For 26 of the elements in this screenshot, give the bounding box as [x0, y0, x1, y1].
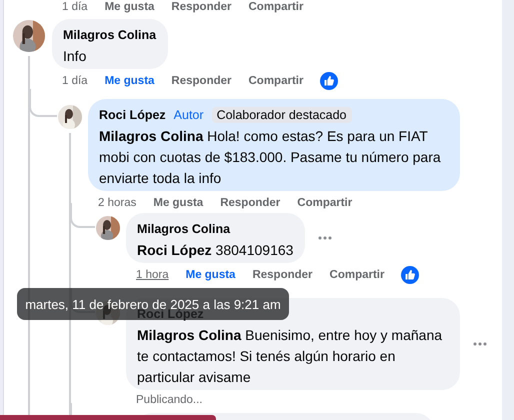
like-link[interactable]: Me gusta [186, 269, 236, 281]
share-link[interactable]: Compartir [248, 75, 304, 87]
author-name[interactable]: Milagros Colina [137, 222, 230, 236]
share-link[interactable]: Compartir [248, 1, 304, 13]
contributor-badge: Colaborador destacado [212, 107, 352, 123]
share-link[interactable]: Compartir [330, 269, 384, 281]
like-link[interactable]: Me gusta [104, 75, 154, 87]
author-name[interactable]: Roci López [99, 108, 166, 122]
reply-link[interactable]: Responder [220, 197, 280, 209]
timestamp-link[interactable]: 2 horas [98, 197, 136, 209]
reply-link[interactable]: Responder [171, 1, 232, 13]
author-label: Autor [174, 108, 204, 122]
like-link[interactable]: Me gusta [104, 1, 154, 13]
comment-text: Roci López 3804109163 [137, 241, 294, 260]
like-link[interactable]: Me gusta [153, 197, 204, 209]
comment-text: Milagros Colina Buenisimo, entre hoy y mañana te contactamos! Si tenés algún horario en particular avisame [137, 326, 444, 387]
reply-link[interactable]: Responder [252, 269, 313, 281]
timestamp-link[interactable]: 1 día [62, 1, 88, 13]
comment-text: Milagros Colina Hola! como estas? Es para un FIAT mobi con cuotas de $183.000. Pasame tu número para enviarte toda la info [99, 127, 442, 188]
timestamp-link[interactable]: 1 día [62, 75, 88, 87]
author-name[interactable]: Milagros Colina [63, 28, 156, 42]
timestamp-link[interactable]: 1 hora [136, 269, 169, 281]
share-link[interactable]: Compartir [297, 197, 352, 209]
posting-status: Publicando... [135, 394, 204, 406]
reply-link[interactable]: Responder [171, 75, 232, 87]
comment-text: Info [63, 47, 88, 66]
